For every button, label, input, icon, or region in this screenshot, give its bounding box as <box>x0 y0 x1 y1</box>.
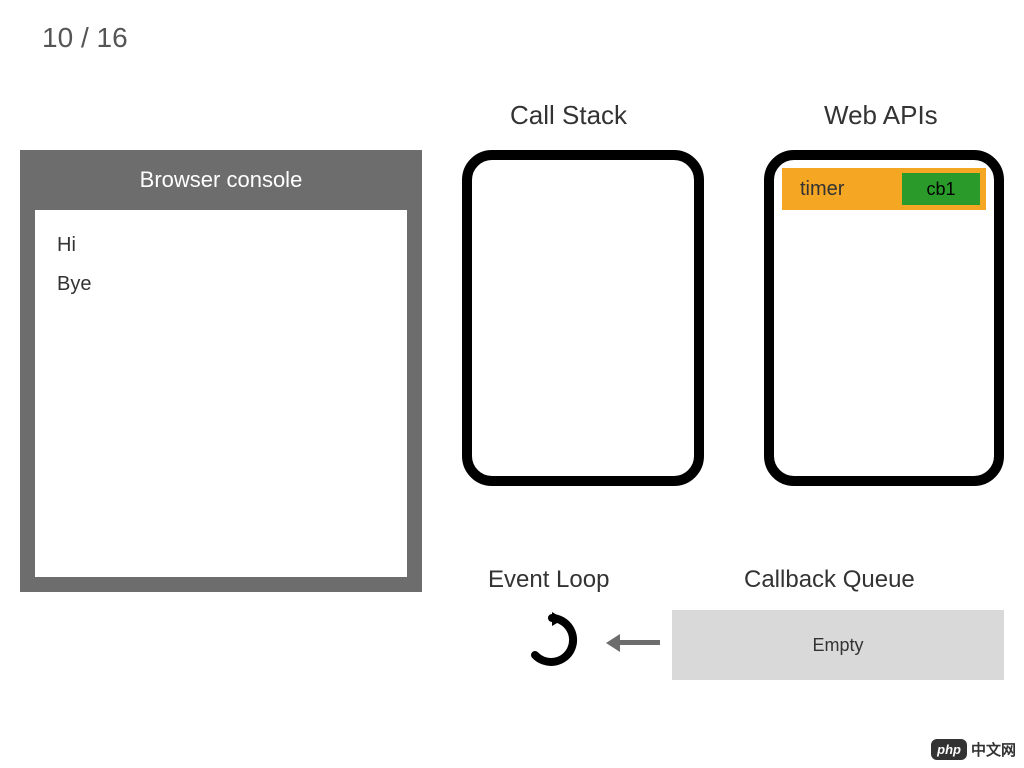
console-line: Hi <box>57 234 385 257</box>
web-api-timer-entry: timer cb1 <box>782 168 986 210</box>
web-apis-box: timer cb1 <box>764 150 1004 486</box>
browser-console-title: Browser console <box>20 150 422 210</box>
watermark-text: 中文网 <box>971 739 1016 760</box>
console-line: Bye <box>57 273 385 296</box>
browser-console-panel: Browser console Hi Bye <box>20 150 422 592</box>
callback-queue-box: Empty <box>672 610 1004 680</box>
page-separator: / <box>81 22 97 53</box>
arrow-left-icon <box>606 636 662 650</box>
callback-queue-title: Callback Queue <box>744 566 915 594</box>
web-apis-title: Web APIs <box>824 100 938 131</box>
event-loop-icon <box>524 612 580 668</box>
page-counter: 10 / 16 <box>42 22 128 54</box>
timer-label: timer <box>800 178 844 201</box>
event-loop-title: Event Loop <box>488 566 609 594</box>
callback-badge: cb1 <box>902 173 980 205</box>
browser-console-body: Hi Bye <box>35 210 407 577</box>
watermark: php 中文网 <box>931 739 1016 760</box>
watermark-badge: php <box>931 739 967 760</box>
page-current: 10 <box>42 22 73 53</box>
call-stack-title: Call Stack <box>510 100 627 131</box>
call-stack-box <box>462 150 704 486</box>
callback-queue-content: Empty <box>812 635 863 656</box>
page-total: 16 <box>97 22 128 53</box>
